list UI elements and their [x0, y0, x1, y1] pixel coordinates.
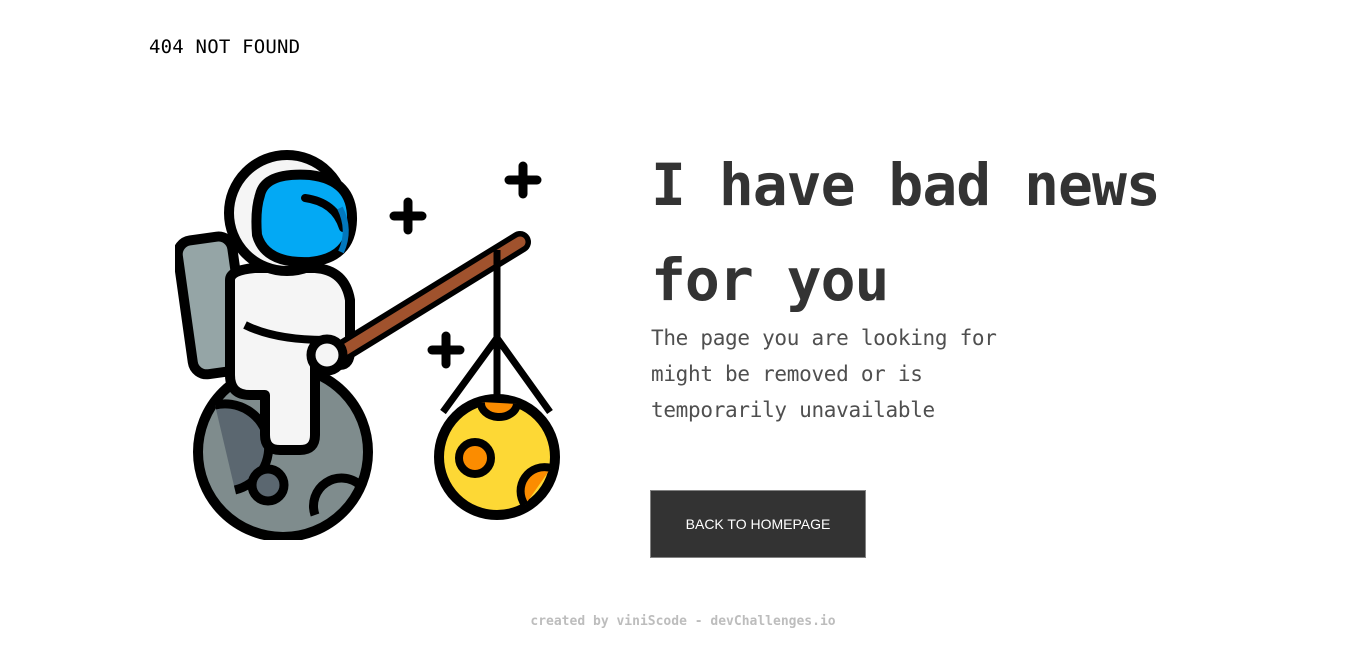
not-found-page: 404 NOT FOUND I have bad news for you Th… — [0, 0, 1366, 658]
astronaut-fishing-planet-icon — [172, 150, 560, 542]
helmet — [224, 150, 358, 276]
site-logo: 404 NOT FOUND — [149, 36, 301, 58]
yellow-moon — [434, 394, 560, 520]
page-description: The page you are looking for might be re… — [651, 326, 997, 422]
sparkle-icon — [389, 197, 427, 235]
sparkle-icon — [427, 331, 465, 369]
page-headline: I have bad news for you — [651, 151, 1161, 314]
sparkle-icon — [504, 161, 542, 199]
illustration — [172, 150, 570, 542]
back-to-homepage-button[interactable]: BACK TO HOMEPAGE — [650, 490, 866, 558]
footer-credit: created by viniScode - devChallenges.io — [530, 614, 836, 629]
